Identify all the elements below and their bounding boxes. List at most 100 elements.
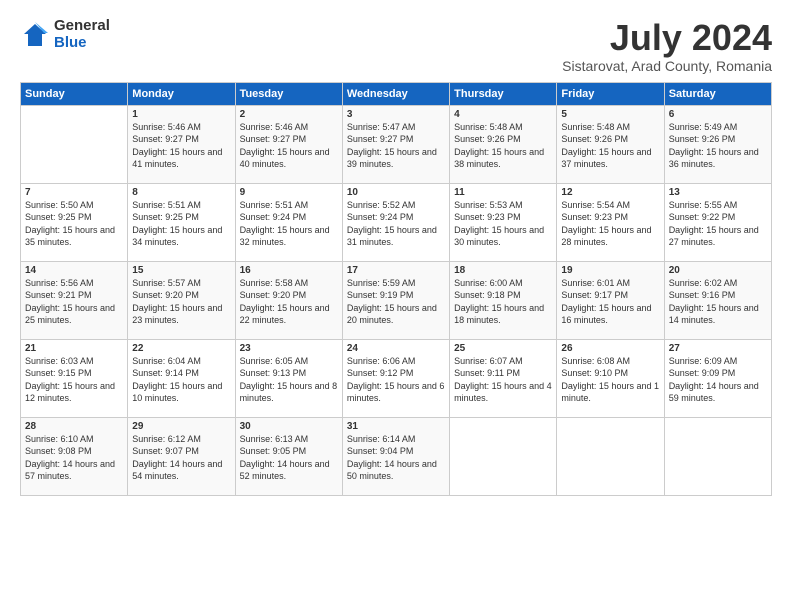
cell-w4-d2: 30 Sunrise: 6:13 AMSunset: 9:05 PMDayligh… <box>235 417 342 495</box>
cell-w1-d1: 8Sunrise: 5:51 AMSunset: 9:25 PMDaylight… <box>128 183 235 261</box>
cell-info: Sunrise: 6:03 AMSunset: 9:15 PMDaylight:… <box>25 356 115 404</box>
th-wednesday: Wednesday <box>342 82 449 105</box>
cell-info: Sunrise: 6:00 AMSunset: 9:18 PMDaylight:… <box>454 278 544 326</box>
logo-general-text: General <box>54 18 110 35</box>
cell-info: Sunrise: 5:55 AMSunset: 9:22 PMDaylight:… <box>669 200 759 248</box>
cell-w3-d6: 27 Sunrise: 6:09 AMSunset: 9:09 PMDayligh… <box>664 339 771 417</box>
week-row-4: 28 Sunrise: 6:10 AMSunset: 9:08 PMDayligh… <box>21 417 772 495</box>
day-number: 11 <box>454 187 552 198</box>
cell-w2-d2: 16Sunrise: 5:58 AMSunset: 9:20 PMDayligh… <box>235 261 342 339</box>
day-number: 15 <box>132 265 230 276</box>
cell-info: Sunrise: 6:09 AMSunset: 9:09 PMDaylight:… <box>669 356 759 404</box>
cell-w0-d3: 3 Sunrise: 5:47 AMSunset: 9:27 PMDaylight… <box>342 105 449 183</box>
th-saturday: Saturday <box>664 82 771 105</box>
day-number: 28 <box>25 421 123 432</box>
cell-info: Sunrise: 5:58 AMSunset: 9:20 PMDaylight:… <box>240 278 330 326</box>
cell-info: Sunrise: 6:08 AMSunset: 9:10 PMDaylight:… <box>561 356 659 404</box>
day-number: 30 <box>240 421 338 432</box>
cell-w3-d2: 23 Sunrise: 6:05 AMSunset: 9:13 PMDayligh… <box>235 339 342 417</box>
week-row-2: 14Sunrise: 5:56 AMSunset: 9:21 PMDayligh… <box>21 261 772 339</box>
cell-w1-d2: 9Sunrise: 5:51 AMSunset: 9:24 PMDaylight… <box>235 183 342 261</box>
cell-w1-d5: 12Sunrise: 5:54 AMSunset: 9:23 PMDayligh… <box>557 183 664 261</box>
cell-w4-d0: 28 Sunrise: 6:10 AMSunset: 9:08 PMDayligh… <box>21 417 128 495</box>
cell-w3-d3: 24 Sunrise: 6:06 AMSunset: 9:12 PMDayligh… <box>342 339 449 417</box>
th-monday: Monday <box>128 82 235 105</box>
cell-info: Sunrise: 6:02 AMSunset: 9:16 PMDaylight:… <box>669 278 759 326</box>
day-number: 8 <box>132 187 230 198</box>
cell-info: Sunrise: 6:12 AMSunset: 9:07 PMDaylight:… <box>132 434 222 482</box>
day-number: 1 <box>132 109 230 120</box>
day-number: 23 <box>240 343 338 354</box>
title-block: July 2024 Sistarovat, Arad County, Roman… <box>562 18 772 74</box>
cell-info: Sunrise: 5:51 AMSunset: 9:24 PMDaylight:… <box>240 200 330 248</box>
cell-w4-d1: 29Sunrise: 6:12 AMSunset: 9:07 PMDayligh… <box>128 417 235 495</box>
calendar-table: Sunday Monday Tuesday Wednesday Thursday… <box>20 82 772 496</box>
cell-w2-d6: 20 Sunrise: 6:02 AMSunset: 9:16 PMDayligh… <box>664 261 771 339</box>
cell-w4-d4 <box>450 417 557 495</box>
week-row-0: 1 Sunrise: 5:46 AMSunset: 9:27 PMDaylight… <box>21 105 772 183</box>
cell-info: Sunrise: 5:59 AMSunset: 9:19 PMDaylight:… <box>347 278 437 326</box>
logo: General Blue <box>20 18 110 51</box>
cell-info: Sunrise: 6:05 AMSunset: 9:13 PMDaylight:… <box>240 356 338 404</box>
header: General Blue July 2024 Sistarovat, Arad … <box>20 18 772 74</box>
day-number: 2 <box>240 109 338 120</box>
day-number: 17 <box>347 265 445 276</box>
cell-info: Sunrise: 6:04 AMSunset: 9:14 PMDaylight:… <box>132 356 222 404</box>
cell-info: Sunrise: 5:48 AMSunset: 9:26 PMDaylight:… <box>454 122 544 170</box>
cell-w3-d5: 26 Sunrise: 6:08 AMSunset: 9:10 PMDayligh… <box>557 339 664 417</box>
cell-w2-d1: 15 Sunrise: 5:57 AMSunset: 9:20 PMDayligh… <box>128 261 235 339</box>
cell-info: Sunrise: 5:57 AMSunset: 9:20 PMDaylight:… <box>132 278 222 326</box>
cell-info: Sunrise: 6:06 AMSunset: 9:12 PMDaylight:… <box>347 356 445 404</box>
cell-w0-d1: 1 Sunrise: 5:46 AMSunset: 9:27 PMDaylight… <box>128 105 235 183</box>
cell-w0-d5: 5Sunrise: 5:48 AMSunset: 9:26 PMDaylight… <box>557 105 664 183</box>
day-number: 3 <box>347 109 445 120</box>
th-sunday: Sunday <box>21 82 128 105</box>
cell-info: Sunrise: 5:46 AMSunset: 9:27 PMDaylight:… <box>132 122 222 170</box>
cell-info: Sunrise: 6:07 AMSunset: 9:11 PMDaylight:… <box>454 356 552 404</box>
day-number: 24 <box>347 343 445 354</box>
cell-w0-d2: 2 Sunrise: 5:46 AMSunset: 9:27 PMDaylight… <box>235 105 342 183</box>
day-number: 22 <box>132 343 230 354</box>
cell-w2-d0: 14Sunrise: 5:56 AMSunset: 9:21 PMDayligh… <box>21 261 128 339</box>
th-tuesday: Tuesday <box>235 82 342 105</box>
cell-info: Sunrise: 5:46 AMSunset: 9:27 PMDaylight:… <box>240 122 330 170</box>
cell-info: Sunrise: 6:01 AMSunset: 9:17 PMDaylight:… <box>561 278 651 326</box>
day-number: 12 <box>561 187 659 198</box>
subtitle: Sistarovat, Arad County, Romania <box>562 58 772 74</box>
cell-info: Sunrise: 6:14 AMSunset: 9:04 PMDaylight:… <box>347 434 437 482</box>
cell-info: Sunrise: 5:47 AMSunset: 9:27 PMDaylight:… <box>347 122 437 170</box>
day-number: 4 <box>454 109 552 120</box>
cell-info: Sunrise: 6:10 AMSunset: 9:08 PMDaylight:… <box>25 434 115 482</box>
cell-w0-d6: 6Sunrise: 5:49 AMSunset: 9:26 PMDaylight… <box>664 105 771 183</box>
day-number: 26 <box>561 343 659 354</box>
th-thursday: Thursday <box>450 82 557 105</box>
day-number: 14 <box>25 265 123 276</box>
cell-w4-d3: 31Sunrise: 6:14 AMSunset: 9:04 PMDayligh… <box>342 417 449 495</box>
cell-w1-d3: 10Sunrise: 5:52 AMSunset: 9:24 PMDayligh… <box>342 183 449 261</box>
cell-w4-d6 <box>664 417 771 495</box>
day-number: 10 <box>347 187 445 198</box>
day-number: 21 <box>25 343 123 354</box>
cell-w4-d5 <box>557 417 664 495</box>
logo-text: General Blue <box>54 18 110 51</box>
cell-w2-d5: 19 Sunrise: 6:01 AMSunset: 9:17 PMDayligh… <box>557 261 664 339</box>
cell-w2-d4: 18 Sunrise: 6:00 AMSunset: 9:18 PMDayligh… <box>450 261 557 339</box>
day-number: 27 <box>669 343 767 354</box>
day-number: 25 <box>454 343 552 354</box>
logo-icon <box>20 20 50 50</box>
cell-info: Sunrise: 5:48 AMSunset: 9:26 PMDaylight:… <box>561 122 651 170</box>
day-number: 7 <box>25 187 123 198</box>
day-number: 18 <box>454 265 552 276</box>
cell-info: Sunrise: 5:53 AMSunset: 9:23 PMDaylight:… <box>454 200 544 248</box>
week-row-1: 7Sunrise: 5:50 AMSunset: 9:25 PMDaylight… <box>21 183 772 261</box>
day-number: 19 <box>561 265 659 276</box>
th-friday: Friday <box>557 82 664 105</box>
day-number: 13 <box>669 187 767 198</box>
day-number: 20 <box>669 265 767 276</box>
main-title: July 2024 <box>562 18 772 58</box>
cell-w3-d0: 21 Sunrise: 6:03 AMSunset: 9:15 PMDayligh… <box>21 339 128 417</box>
cell-w1-d6: 13 Sunrise: 5:55 AMSunset: 9:22 PMDayligh… <box>664 183 771 261</box>
logo-blue-text: Blue <box>54 35 110 52</box>
cell-info: Sunrise: 6:13 AMSunset: 9:05 PMDaylight:… <box>240 434 330 482</box>
cell-w0-d4: 4 Sunrise: 5:48 AMSunset: 9:26 PMDaylight… <box>450 105 557 183</box>
